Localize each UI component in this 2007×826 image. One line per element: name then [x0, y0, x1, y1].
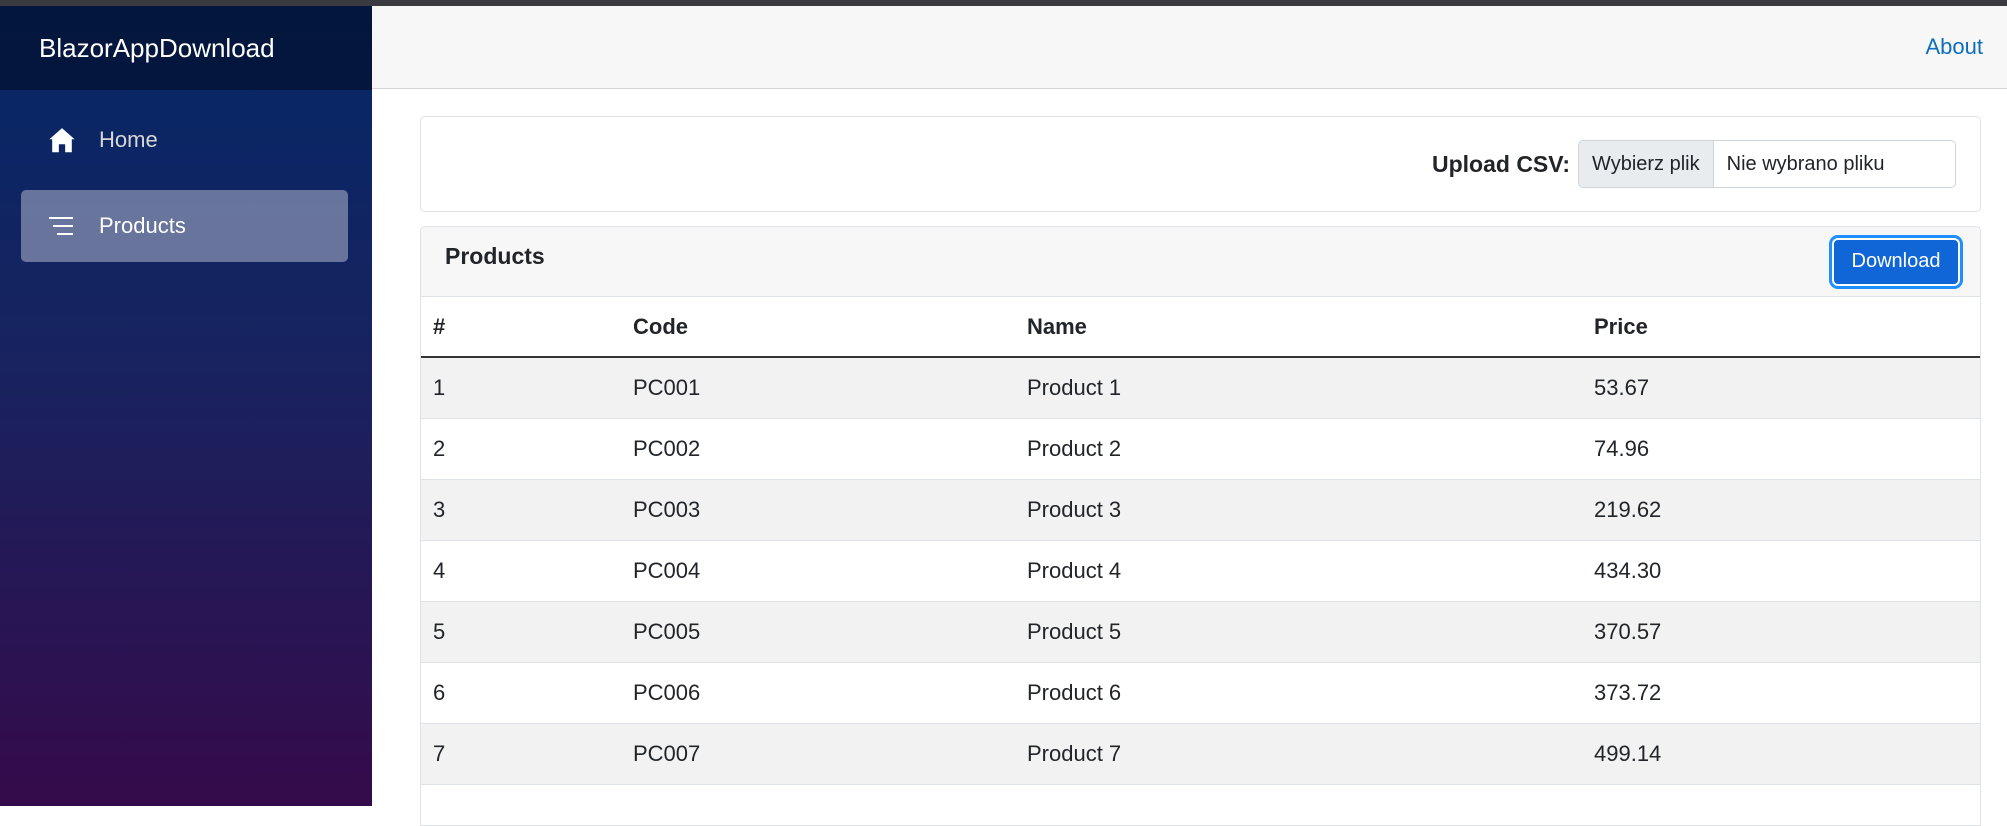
cell-number: 7: [421, 724, 621, 785]
about-link[interactable]: About: [1926, 34, 1984, 60]
cell-price: 53.67: [1582, 357, 1980, 419]
upload-label: Upload CSV:: [1432, 151, 1570, 178]
table-row: 6 PC006 Product 6 373.72: [421, 663, 1980, 724]
column-header-name: Name: [1015, 297, 1582, 357]
column-header-number: #: [421, 297, 621, 357]
list-icon: [45, 209, 79, 243]
download-button[interactable]: Download: [1832, 238, 1960, 286]
products-card-header: Products Download: [421, 227, 1980, 297]
sidebar-item-label: Home: [99, 127, 158, 153]
table-header-row: # Code Name Price: [421, 297, 1980, 357]
table-row: 7 PC007 Product 7 499.14: [421, 724, 1980, 785]
cell-price: 370.57: [1582, 602, 1980, 663]
products-table: # Code Name Price 1 PC001 Product 1 53.6…: [421, 297, 1980, 826]
table-row: 5 PC005 Product 5 370.57: [421, 602, 1980, 663]
file-status-text: Nie wybrano pliku: [1714, 141, 1955, 187]
nav-menu: Home Products: [0, 90, 372, 262]
cell-price: [1582, 785, 1980, 826]
sidebar-item-products[interactable]: Products: [21, 190, 348, 262]
cell-price: 74.96: [1582, 419, 1980, 480]
brand-link[interactable]: BlazorAppDownload: [39, 33, 275, 64]
cell-number: 2: [421, 419, 621, 480]
brand-bar: BlazorAppDownload: [0, 6, 372, 90]
cell-code: PC006: [621, 663, 1015, 724]
choose-file-button[interactable]: Wybierz plik: [1579, 141, 1714, 187]
cell-code: [621, 785, 1015, 826]
table-row: 3 PC003 Product 3 219.62: [421, 480, 1980, 541]
home-icon: [45, 123, 79, 157]
upload-card: Upload CSV: Wybierz plik Nie wybrano pli…: [420, 116, 1981, 212]
sidebar-item-home[interactable]: Home: [21, 104, 348, 176]
cell-code: PC005: [621, 602, 1015, 663]
cell-name: Product 6: [1015, 663, 1582, 724]
cell-price: 373.72: [1582, 663, 1980, 724]
sidebar-item-label: Products: [99, 213, 186, 239]
table-row: 4 PC004 Product 4 434.30: [421, 541, 1980, 602]
file-input[interactable]: Wybierz plik Nie wybrano pliku: [1578, 140, 1956, 188]
cell-code: PC001: [621, 357, 1015, 419]
main-content: About Upload CSV: Wybierz plik Nie wybra…: [372, 6, 2007, 806]
cell-number: 4: [421, 541, 621, 602]
cell-price: 219.62: [1582, 480, 1980, 541]
cell-price: 499.14: [1582, 724, 1980, 785]
products-title: Products: [445, 243, 545, 270]
cell-number: 1: [421, 357, 621, 419]
cell-name: Product 1: [1015, 357, 1582, 419]
cell-number: 3: [421, 480, 621, 541]
cell-number: 6: [421, 663, 621, 724]
column-header-code: Code: [621, 297, 1015, 357]
top-row: About: [372, 6, 2007, 89]
column-header-price: Price: [1582, 297, 1980, 357]
cell-name: Product 7: [1015, 724, 1582, 785]
cell-name: Product 5: [1015, 602, 1582, 663]
table-row: 1 PC001 Product 1 53.67: [421, 357, 1980, 419]
cell-name: Product 4: [1015, 541, 1582, 602]
cell-code: PC003: [621, 480, 1015, 541]
table-row: 2 PC002 Product 2 74.96: [421, 419, 1980, 480]
cell-number: [421, 785, 621, 826]
table-row: [421, 785, 1980, 826]
products-card: Products Download # Code Name Price 1 PC…: [420, 226, 1981, 826]
cell-name: Product 3: [1015, 480, 1582, 541]
cell-name: [1015, 785, 1582, 826]
cell-number: 5: [421, 602, 621, 663]
sidebar: BlazorAppDownload Home Products: [0, 6, 372, 806]
cell-code: PC004: [621, 541, 1015, 602]
cell-code: PC002: [621, 419, 1015, 480]
cell-price: 434.30: [1582, 541, 1980, 602]
cell-code: PC007: [621, 724, 1015, 785]
cell-name: Product 2: [1015, 419, 1582, 480]
